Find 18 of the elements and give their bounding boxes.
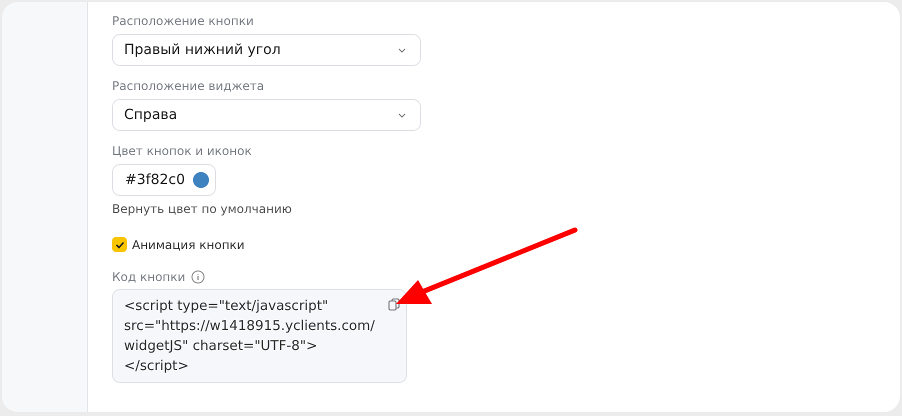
check-icon <box>114 240 124 248</box>
color-swatch[interactable] <box>193 172 209 188</box>
dropdown[interactable]: Правый нижний угол <box>112 34 421 66</box>
checkbox-label: Анимация кнопки <box>132 238 245 252</box>
info-icon[interactable] <box>191 270 206 284</box>
field-label: Расположение кнопки <box>112 14 255 28</box>
color-field[interactable]: #3f82c0 <box>112 164 216 196</box>
code-text: <script type="text/javascript" src="https://w1418915.yclients.com/ widgetJS" charset="UTF-8"> </script> <box>124 297 376 376</box>
checkbox[interactable] <box>112 237 127 252</box>
reset-color-link[interactable]: Вернуть цвет по умолчанию <box>112 202 292 216</box>
dropdown[interactable]: Справа <box>112 99 421 131</box>
field-label: Расположение виджета <box>112 79 266 93</box>
chevron-down-icon <box>398 48 406 53</box>
chevron-down-icon <box>398 113 406 118</box>
field-label: Код кнопки <box>112 270 186 284</box>
field-label: Цвет кнопок и иконок <box>112 144 253 158</box>
copy-icon[interactable] <box>388 298 400 311</box>
code-box[interactable]: <script type="text/javascript" src="https://w1418915.yclients.com/ widgetJS" charset="UTF-8"> </script> <box>112 289 407 383</box>
